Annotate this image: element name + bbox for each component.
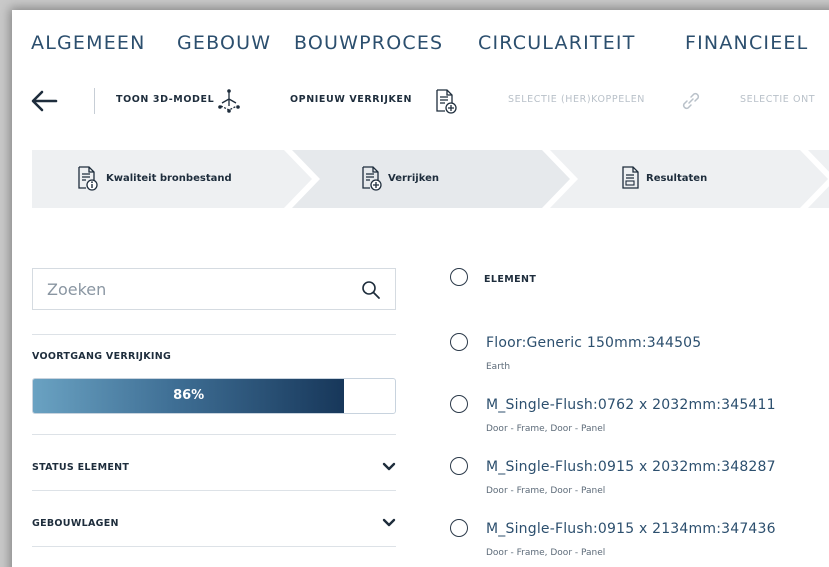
- element-subtitle: Earth: [486, 362, 511, 372]
- step-label: Kwaliteit bronbestand: [106, 173, 232, 184]
- select-all-radio[interactable]: [450, 268, 468, 286]
- progress-percentage: 86%: [173, 388, 205, 403]
- app-window: ALGEMEEN GEBOUW BOUWPROCES CIRCULARITEIT…: [12, 10, 829, 567]
- nav-algemeen[interactable]: ALGEMEEN: [31, 32, 146, 54]
- item-radio[interactable]: [450, 457, 468, 475]
- search-placeholder: Zoeken: [47, 280, 107, 299]
- process-stepper: Kwaliteit bronbestand Verrijken Resultat…: [32, 150, 829, 208]
- unlink-selection-button[interactable]: SELECTIE ONT: [740, 94, 815, 105]
- nav-gebouw[interactable]: GEBOUW: [177, 32, 271, 54]
- status-element-accordion[interactable]: STATUS ELEMENT: [32, 448, 396, 488]
- element-subtitle: Door - Frame, Door - Panel: [486, 424, 606, 434]
- element-title: M_Single-Flush:0915 x 2134mm:347436: [486, 521, 776, 537]
- document-results-icon: [622, 166, 639, 189]
- arrow-left-icon: [31, 90, 58, 112]
- reenrich-button[interactable]: OPNIEUW VERRIJKEN: [290, 94, 412, 105]
- section-divider: [32, 546, 396, 547]
- chevron-down-icon: [382, 462, 396, 471]
- document-add-icon: [362, 166, 382, 191]
- element-title: M_Single-Flush:0915 x 2032mm:348287: [486, 459, 776, 475]
- toolbar-separator: [94, 88, 95, 114]
- step-label: Verrijken: [388, 173, 439, 184]
- document-add-icon: [436, 89, 457, 114]
- nav-financieel[interactable]: FINANCIEEL: [685, 32, 808, 54]
- section-divider: [32, 490, 396, 491]
- progress-title: VOORTGANG VERRIJKING: [32, 351, 172, 362]
- document-info-icon: [78, 166, 98, 191]
- link-icon: [682, 92, 700, 110]
- gebouwlagen-accordion[interactable]: GEBOUWLAGEN: [32, 504, 396, 544]
- back-button[interactable]: [30, 89, 58, 113]
- accordion-title: GEBOUWLAGEN: [32, 518, 119, 529]
- search-icon[interactable]: [361, 280, 381, 300]
- element-subtitle: Door - Frame, Door - Panel: [486, 486, 606, 496]
- element-title: Floor:Generic 150mm:344505: [486, 335, 702, 351]
- element-subtitle: Door - Frame, Door - Panel: [486, 548, 606, 558]
- element-title: M_Single-Flush:0762 x 2032mm:345411: [486, 397, 776, 413]
- search-field[interactable]: Zoeken: [32, 268, 396, 310]
- step-label: Resultaten: [646, 173, 708, 184]
- item-radio[interactable]: [450, 333, 468, 351]
- item-radio[interactable]: [450, 519, 468, 537]
- relink-selection-button[interactable]: SELECTIE (HER)KOPPELEN: [508, 94, 645, 105]
- nav-circulariteit[interactable]: CIRCULARITEIT: [478, 32, 636, 54]
- accordion-title: STATUS ELEMENT: [32, 462, 130, 473]
- chevron-down-icon: [382, 518, 396, 527]
- item-radio[interactable]: [450, 395, 468, 413]
- section-divider: [32, 334, 396, 335]
- top-navigation: ALGEMEEN GEBOUW BOUWPROCES CIRCULARITEIT…: [12, 10, 829, 72]
- 3d-model-icon: [218, 89, 240, 113]
- enrichment-progress-bar: 86%: [32, 378, 396, 414]
- list-header: ELEMENT: [484, 274, 537, 285]
- show-3d-model-button[interactable]: TOON 3D-MODEL: [116, 94, 214, 105]
- toolbar: TOON 3D-MODEL OPNIEUW VERRIJKEN SELECTIE…: [12, 72, 829, 130]
- nav-bouwproces[interactable]: BOUWPROCES: [294, 32, 443, 54]
- section-divider: [32, 434, 396, 435]
